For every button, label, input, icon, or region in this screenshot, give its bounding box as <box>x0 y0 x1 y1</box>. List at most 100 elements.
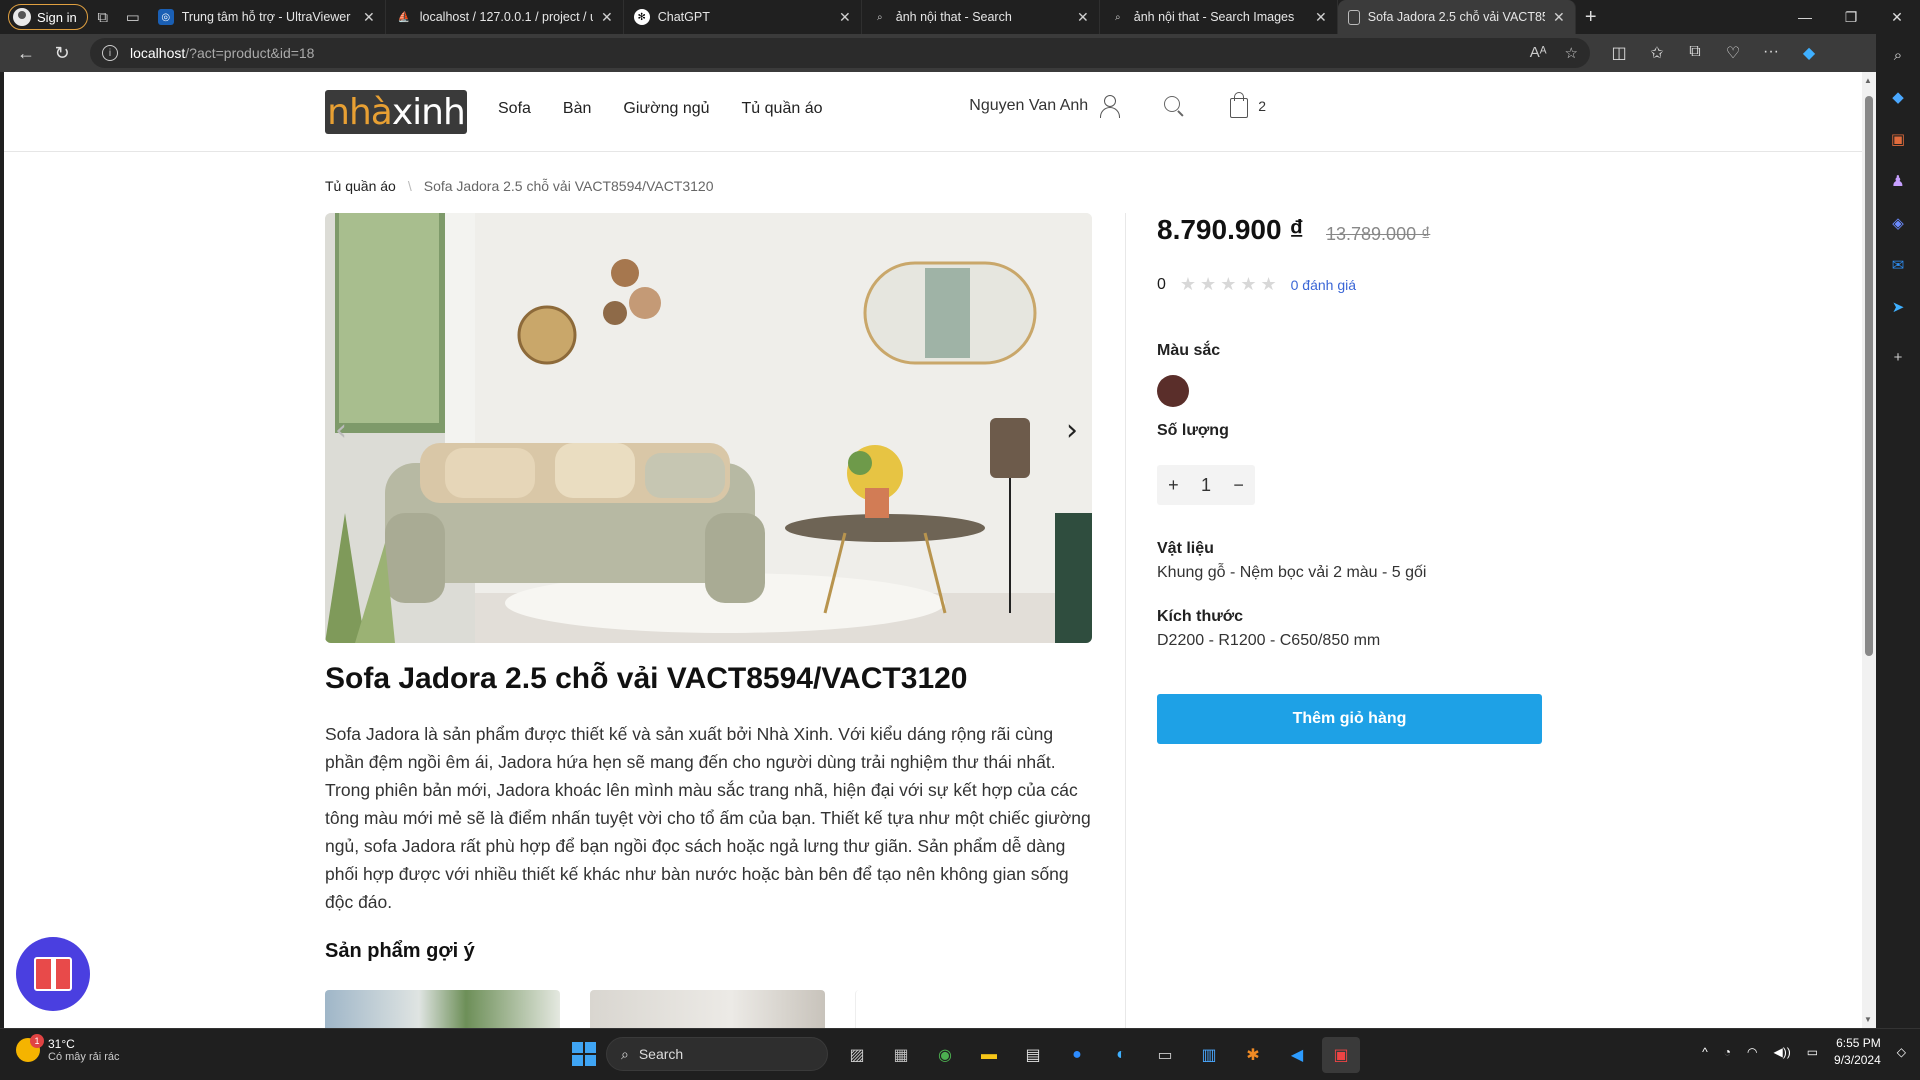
gallery-next-icon[interactable]: › <box>1066 413 1078 448</box>
browser-tab[interactable]: ◎ Trung tâm hỗ trợ - UltraViewer ✕ <box>148 0 386 34</box>
notepad-icon[interactable]: ▥ <box>1190 1037 1228 1073</box>
browser-tab[interactable]: ✻ ChatGPT ✕ <box>624 0 862 34</box>
add-to-cart-button[interactable]: Thêm giỏ hàng <box>1157 694 1542 744</box>
menu-item-giuong-ngu[interactable]: Giường ngủ <box>623 100 709 118</box>
browser-tab[interactable]: ⌕ ảnh nội that - Search Images ✕ <box>1100 0 1338 34</box>
browser-tab[interactable]: ⛵ localhost / 127.0.0.1 / project / us ✕ <box>386 0 624 34</box>
games-icon[interactable]: ♟ <box>1885 168 1911 194</box>
site-info-icon[interactable]: i <box>102 45 118 61</box>
tools-icon[interactable]: ▣ <box>1885 126 1911 152</box>
read-aloud-icon[interactable]: Aᴬ <box>1530 44 1547 62</box>
new-tab-icon[interactable]: + <box>1576 6 1606 29</box>
battery-icon[interactable]: ▭ <box>1807 1045 1818 1059</box>
edge-icon[interactable]: ◐ <box>1102 1037 1140 1073</box>
menu-item-sofa[interactable]: Sofa <box>498 100 531 118</box>
close-tab-icon[interactable]: ✕ <box>839 9 851 26</box>
close-tab-icon[interactable]: ✕ <box>1553 9 1565 26</box>
breadcrumb-separator: \ <box>407 178 412 194</box>
favorites-icon[interactable]: ✩ <box>1642 43 1672 63</box>
send-icon[interactable]: ➤ <box>1885 294 1911 320</box>
weather-desc: Có mây rải rác <box>48 1051 120 1063</box>
favorite-star-icon[interactable]: ☆ <box>1565 44 1578 62</box>
refresh-icon[interactable]: ↻ <box>44 37 80 69</box>
collections-icon[interactable]: ⧉ <box>1680 43 1710 63</box>
task-view-icon[interactable]: ▨ <box>838 1037 876 1073</box>
site-logo[interactable]: nhà xinh <box>325 90 467 134</box>
browser-tab-active[interactable]: Sofa Jadora 2.5 chỗ vải VACT8594 ✕ <box>1337 0 1576 34</box>
quantity-stepper: + 1 − <box>1157 465 1255 505</box>
capcut-icon[interactable]: ▤ <box>1014 1037 1052 1073</box>
copilot-icon[interactable]: ◆ <box>1794 43 1824 63</box>
suggested-product-card[interactable] <box>855 990 1090 1028</box>
suggested-products-list <box>325 990 1090 1028</box>
user-account-link[interactable]: Nguyen Van Anh <box>969 95 1121 118</box>
terminal-icon[interactable]: ▭ <box>1146 1037 1184 1073</box>
scroll-up-icon[interactable]: ▲ <box>1864 76 1872 85</box>
close-tab-icon[interactable]: ✕ <box>1077 9 1089 26</box>
quantity-increase-button[interactable]: + <box>1168 475 1179 496</box>
store-icon[interactable]: ▦ <box>882 1037 920 1073</box>
cart-button[interactable]: 2 <box>1230 92 1266 118</box>
tray-overflow-icon[interactable]: ^ <box>1702 1045 1708 1059</box>
add-sidebar-app-icon[interactable]: + <box>1885 344 1911 370</box>
clock[interactable]: 6:55 PM 9/3/2024 <box>1834 1035 1881 1069</box>
snipping-tool-icon[interactable]: ▣ <box>1322 1037 1360 1073</box>
quantity-value[interactable]: 1 <box>1201 475 1211 496</box>
more-menu-icon[interactable]: ··· <box>1756 43 1786 63</box>
browser-essentials-icon[interactable]: ♡ <box>1718 43 1748 63</box>
gallery-prev-icon[interactable]: ‹ <box>335 413 347 448</box>
search-icon[interactable] <box>1164 96 1184 116</box>
rating-value: 0 <box>1157 275 1166 293</box>
scrollbar-thumb[interactable] <box>1865 96 1873 656</box>
menu-item-tu-quan-ao[interactable]: Tủ quần áo <box>742 100 823 118</box>
close-window-icon[interactable]: ✕ <box>1874 0 1920 34</box>
taskbar-search[interactable]: ⌕ Search <box>606 1037 828 1071</box>
wifi-icon[interactable]: ◠ <box>1747 1045 1757 1059</box>
shopping-tag-icon[interactable]: ◆ <box>1885 84 1911 110</box>
breadcrumb-current: Sofa Jadora 2.5 chỗ vải VACT8594/VACT312… <box>423 178 714 194</box>
back-icon[interactable]: ← <box>8 37 44 69</box>
reviews-link[interactable]: 0 đánh giá <box>1291 277 1356 293</box>
weather-widget[interactable]: 1 31°C Có mây rải rác <box>16 1034 120 1063</box>
copilot-sidebar-icon[interactable]: ◈ <box>1885 210 1911 236</box>
user-name: Nguyen Van Anh <box>969 97 1089 114</box>
edge-sidebar: ⌕ ◆ ▣ ♟ ◈ ✉ ➤ + <box>1876 34 1920 1028</box>
suggested-product-card[interactable] <box>325 990 560 1028</box>
restore-icon[interactable]: ❐ <box>1828 0 1874 34</box>
outlook-icon[interactable]: ✉ <box>1885 252 1911 278</box>
close-tab-icon[interactable]: ✕ <box>1315 9 1327 26</box>
tab-actions-icon[interactable]: ▭ <box>118 2 148 32</box>
quantity-decrease-button[interactable]: − <box>1233 475 1244 496</box>
scroll-down-icon[interactable]: ▼ <box>1864 1015 1872 1024</box>
close-tab-icon[interactable]: ✕ <box>601 9 613 26</box>
gift-promo-button[interactable] <box>16 937 90 1011</box>
close-tab-icon[interactable]: ✕ <box>363 9 375 26</box>
page-scrollbar[interactable]: ▲ ▼ <box>1862 72 1876 1028</box>
zoom-icon[interactable]: ● <box>1058 1037 1096 1073</box>
url-input[interactable]: i localhost/?act=product&id=18 Aᴬ ☆ <box>90 38 1590 68</box>
profile-signin-button[interactable]: Sign in <box>8 4 88 30</box>
minimize-icon[interactable]: — <box>1782 0 1828 34</box>
suggested-product-card[interactable] <box>590 990 825 1028</box>
notifications-icon[interactable]: ◇ <box>1897 1045 1906 1059</box>
taskbar-apps: ▨ ▦ ◉ ▬ ▤ ● ◐ ▭ ▥ ✱ ◀ ▣ <box>838 1037 1360 1073</box>
volume-icon[interactable]: ◀)) <box>1773 1045 1790 1059</box>
size-label: Kích thước <box>1157 608 1244 625</box>
network-icon[interactable]: ◔ <box>1724 1045 1731 1059</box>
header-actions: Nguyen Van Anh 2 <box>969 92 1266 118</box>
product-title: Sofa Jadora 2.5 chỗ vải VACT8594/VACT312… <box>325 662 968 695</box>
workspaces-icon[interactable]: ⧉ <box>88 2 118 32</box>
split-screen-icon[interactable]: ◫ <box>1604 43 1634 63</box>
breadcrumb-category[interactable]: Tủ quần áo <box>325 178 396 194</box>
start-button[interactable] <box>572 1042 596 1066</box>
main-menu: Sofa Bàn Giường ngủ Tủ quần áo <box>498 100 822 118</box>
window-controls: — ❐ ✕ <box>1782 0 1920 34</box>
color-swatch[interactable] <box>1157 375 1189 407</box>
menu-item-ban[interactable]: Bàn <box>563 100 591 118</box>
xampp-icon[interactable]: ✱ <box>1234 1037 1272 1073</box>
browser-tab[interactable]: ⌕ ảnh nội that - Search ✕ <box>862 0 1100 34</box>
vscode-icon[interactable]: ◀ <box>1278 1037 1316 1073</box>
chrome-icon[interactable]: ◉ <box>926 1037 964 1073</box>
sidebar-search-icon[interactable]: ⌕ <box>1885 42 1911 68</box>
file-explorer-icon[interactable]: ▬ <box>970 1037 1008 1073</box>
